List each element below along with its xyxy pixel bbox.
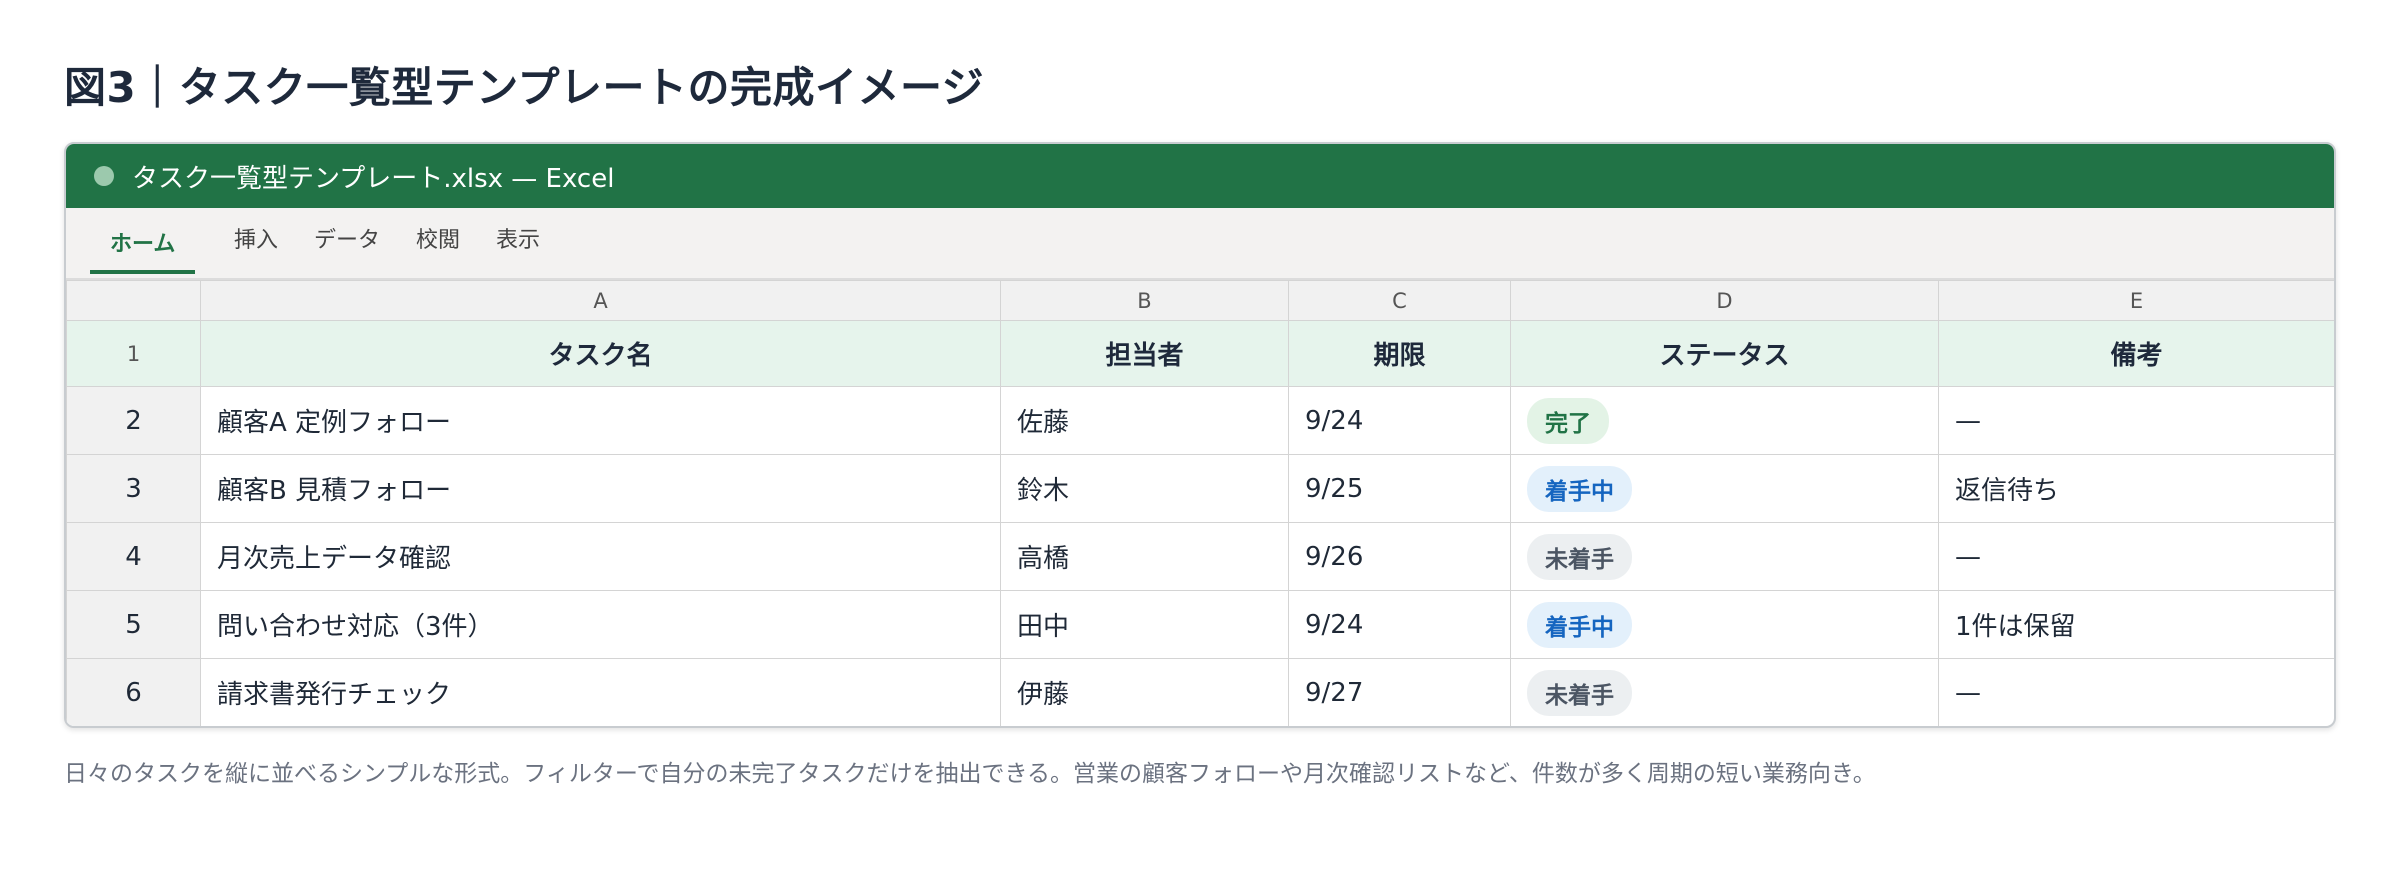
cell-due[interactable]: 9/26: [1288, 522, 1511, 591]
cell-owner[interactable]: 田中: [1000, 590, 1289, 659]
table-row: 6 請求書発行チェック 伊藤 9/27 未着手 —: [66, 658, 2334, 726]
row-number[interactable]: 2: [66, 386, 201, 455]
window-status-dot-icon: [94, 166, 114, 186]
cell-owner[interactable]: 鈴木: [1000, 454, 1289, 523]
cell-task[interactable]: 顧客B 見積フォロー: [200, 454, 1001, 523]
status-badge: 完了: [1527, 397, 1609, 444]
cell-due[interactable]: 9/27: [1288, 658, 1511, 726]
table-row: 3 顧客B 見積フォロー 鈴木 9/25 着手中 返信待ち: [66, 454, 2334, 523]
cell-due[interactable]: 9/25: [1288, 454, 1511, 523]
cell-note[interactable]: 1件は保留: [1938, 590, 2334, 659]
status-badge: 着手中: [1527, 601, 1632, 648]
status-badge: 未着手: [1527, 669, 1632, 716]
cell-note[interactable]: —: [1938, 522, 2334, 591]
tab-review[interactable]: 校閲: [416, 208, 460, 268]
column-header-e[interactable]: E: [1938, 280, 2334, 321]
header-cell-owner[interactable]: 担当者: [1000, 320, 1289, 387]
column-header-c[interactable]: C: [1288, 280, 1511, 321]
tab-view[interactable]: 表示: [496, 208, 540, 268]
select-all-corner[interactable]: [66, 280, 201, 321]
cell-owner[interactable]: 高橋: [1000, 522, 1289, 591]
cell-status[interactable]: 完了: [1510, 386, 1939, 455]
tab-insert[interactable]: 挿入: [234, 208, 278, 268]
row-number[interactable]: 3: [66, 454, 201, 523]
row-number[interactable]: 4: [66, 522, 201, 591]
window-title: タスク一覧型テンプレート.xlsx — Excel: [132, 163, 615, 194]
cell-due[interactable]: 9/24: [1288, 590, 1511, 659]
row-number[interactable]: 6: [66, 658, 201, 726]
cell-status[interactable]: 未着手: [1510, 522, 1939, 591]
cell-note[interactable]: —: [1938, 386, 2334, 455]
header-row: 1 タスク名 担当者 期限 ステータス 備考: [66, 320, 2334, 387]
figure-title: 図3｜タスク一覧型テンプレートの完成イメージ: [64, 63, 985, 112]
column-header-row: A B C D E: [66, 280, 2334, 321]
cell-status[interactable]: 未着手: [1510, 658, 1939, 726]
column-header-b[interactable]: B: [1000, 280, 1289, 321]
column-header-a[interactable]: A: [200, 280, 1001, 321]
excel-window: タスク一覧型テンプレート.xlsx — Excel ホーム 挿入 データ 校閲 …: [64, 142, 2336, 728]
cell-task[interactable]: 月次売上データ確認: [200, 522, 1001, 591]
figure-caption: 日々のタスクを縦に並べるシンプルな形式。フィルターで自分の未完了タスクだけを抽出…: [64, 761, 1876, 787]
table-row: 2 顧客A 定例フォロー 佐藤 9/24 完了 —: [66, 386, 2334, 455]
tab-data[interactable]: データ: [314, 208, 380, 268]
cell-status[interactable]: 着手中: [1510, 454, 1939, 523]
header-cell-status[interactable]: ステータス: [1510, 320, 1939, 387]
cell-due[interactable]: 9/24: [1288, 386, 1511, 455]
column-header-d[interactable]: D: [1510, 280, 1939, 321]
cell-task[interactable]: 請求書発行チェック: [200, 658, 1001, 726]
ribbon: ホーム 挿入 データ 校閲 表示: [66, 208, 2334, 280]
row-number[interactable]: 1: [66, 320, 201, 387]
header-cell-due[interactable]: 期限: [1288, 320, 1511, 387]
tab-home[interactable]: ホーム: [90, 214, 196, 274]
cell-note[interactable]: —: [1938, 658, 2334, 726]
cell-note[interactable]: 返信待ち: [1938, 454, 2334, 523]
cell-status[interactable]: 着手中: [1510, 590, 1939, 659]
table-row: 5 問い合わせ対応（3件） 田中 9/24 着手中 1件は保留: [66, 590, 2334, 659]
header-cell-task[interactable]: タスク名: [200, 320, 1001, 387]
spreadsheet-grid: A B C D E 1 タスク名 担当者 期限 ステータス 備考 2 顧客A 定例…: [66, 280, 2334, 726]
table-row: 4 月次売上データ確認 高橋 9/26 未着手 —: [66, 522, 2334, 591]
status-badge: 未着手: [1527, 533, 1632, 580]
cell-owner[interactable]: 佐藤: [1000, 386, 1289, 455]
window-titlebar: タスク一覧型テンプレート.xlsx — Excel: [66, 144, 2334, 208]
cell-owner[interactable]: 伊藤: [1000, 658, 1289, 726]
cell-task[interactable]: 問い合わせ対応（3件）: [200, 590, 1001, 659]
cell-task[interactable]: 顧客A 定例フォロー: [200, 386, 1001, 455]
row-number[interactable]: 5: [66, 590, 201, 659]
status-badge: 着手中: [1527, 465, 1632, 512]
header-cell-note[interactable]: 備考: [1938, 320, 2334, 387]
